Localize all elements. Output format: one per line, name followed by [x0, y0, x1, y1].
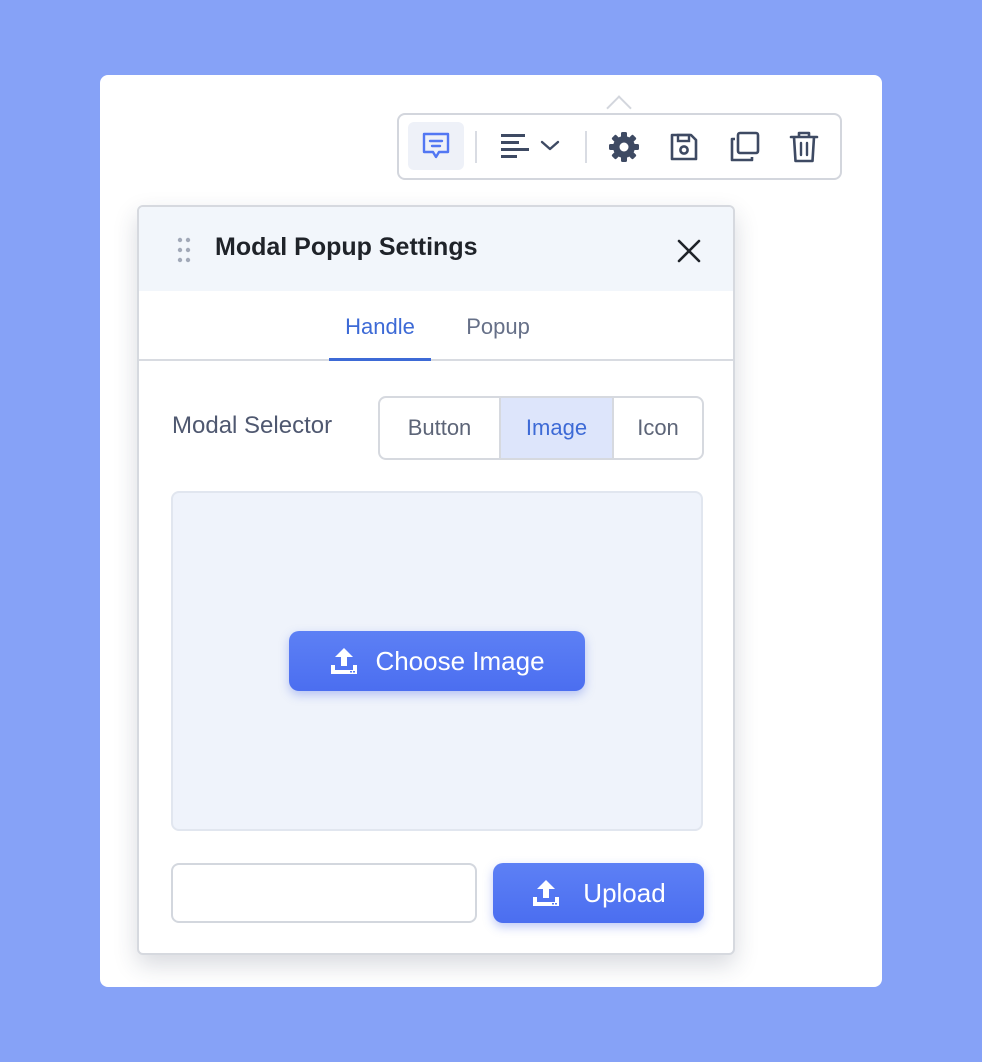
- upload-icon: [331, 648, 358, 674]
- upload-icon: [533, 880, 560, 906]
- align-dropdown-button[interactable]: [494, 128, 566, 164]
- gear-icon: [609, 132, 639, 162]
- align-left-icon: [501, 134, 529, 158]
- modal-selector-label: Modal Selector: [172, 412, 333, 439]
- save-button[interactable]: [664, 127, 704, 167]
- panel-title: Modal Popup Settings: [215, 233, 478, 261]
- selector-option-icon[interactable]: Icon: [612, 398, 702, 458]
- upload-label: Upload: [583, 877, 666, 908]
- selector-option-button[interactable]: Button: [380, 398, 499, 458]
- choose-image-button[interactable]: Choose Image: [289, 631, 585, 691]
- panel-header: Modal Popup Settings: [139, 207, 733, 291]
- delete-button[interactable]: [784, 127, 824, 167]
- tab-handle[interactable]: Handle: [329, 291, 431, 361]
- duplicate-button[interactable]: [723, 127, 765, 167]
- copy-icon: [730, 131, 760, 162]
- selector-option-image[interactable]: Image: [499, 398, 612, 458]
- modal-selector-segmented-control: Button Image Icon: [378, 396, 704, 460]
- chevron-down-icon: [540, 140, 560, 151]
- message-square-icon: [422, 132, 450, 159]
- choose-image-label: Choose Image: [375, 645, 545, 676]
- image-url-input[interactable]: [171, 863, 477, 923]
- tab-popup[interactable]: Popup: [452, 291, 544, 361]
- drag-handle-icon[interactable]: [177, 237, 191, 263]
- toolbar-separator: [475, 131, 477, 163]
- save-icon: [670, 133, 698, 161]
- toolbar-separator: [585, 131, 587, 163]
- modal-popup-settings-panel: Modal Popup Settings Handle Popup Modal …: [137, 205, 735, 955]
- panel-tabs: Handle Popup: [139, 291, 733, 361]
- trash-icon: [789, 131, 819, 163]
- upload-button[interactable]: Upload: [493, 863, 704, 923]
- settings-button[interactable]: [604, 127, 644, 167]
- close-icon[interactable]: [675, 237, 703, 265]
- popup-block-button[interactable]: [408, 122, 464, 170]
